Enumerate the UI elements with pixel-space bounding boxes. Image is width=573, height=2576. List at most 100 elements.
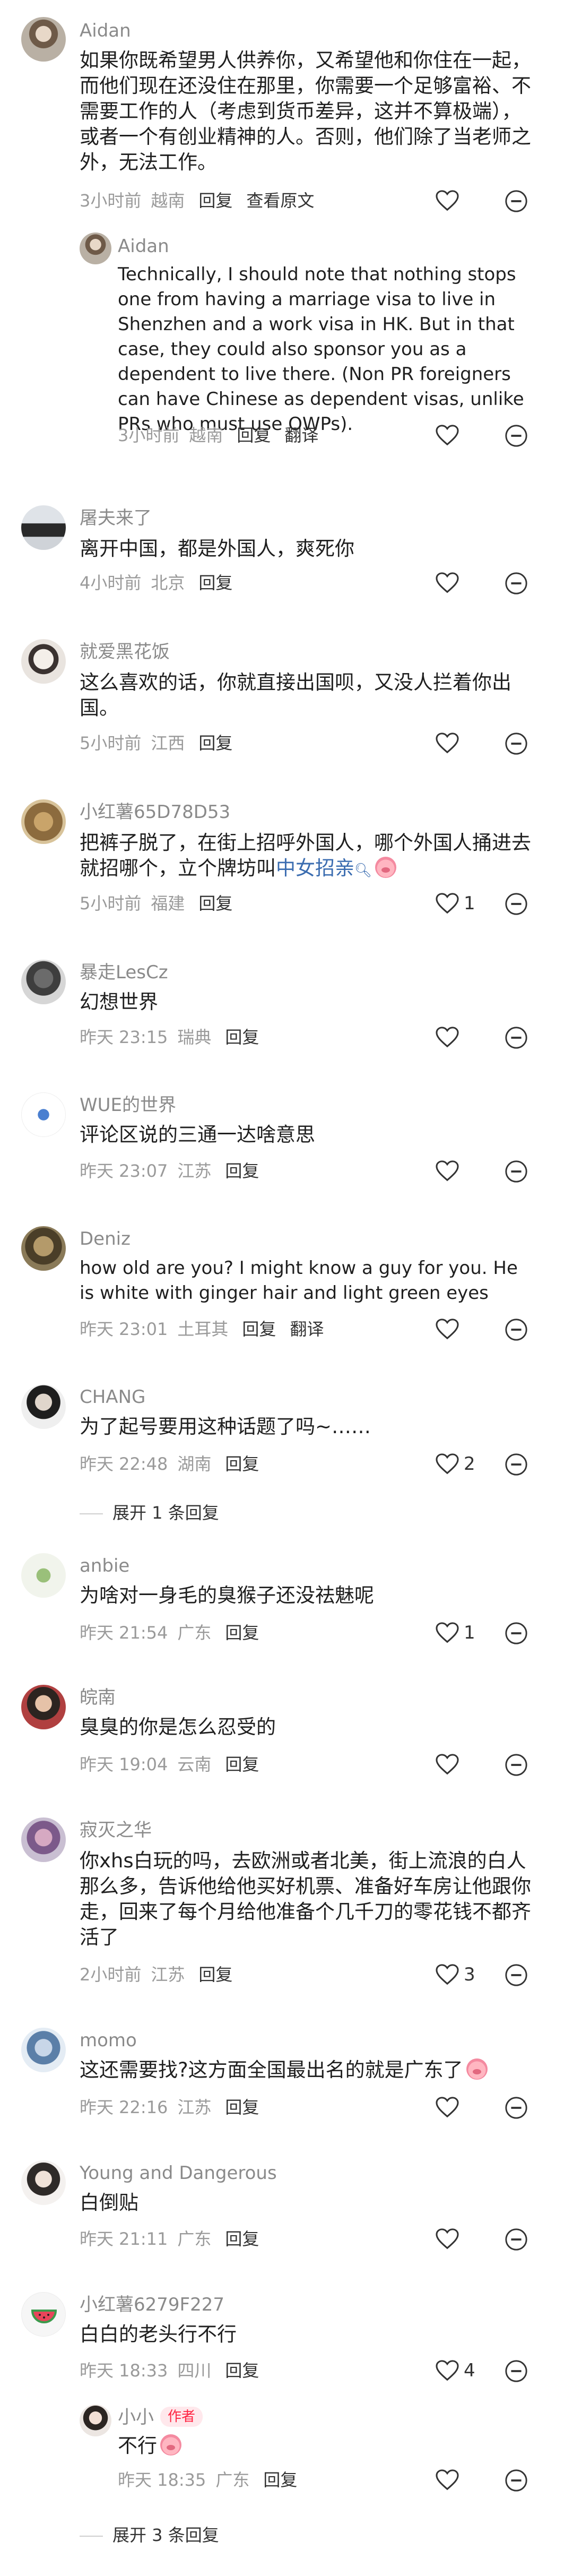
reply-text[interactable]: 不行 [118, 2433, 542, 2459]
comment-text[interactable]: 为啥对一身毛的臭猴子还没祛魅呢 [80, 1583, 536, 1608]
more-options-icon[interactable] [504, 2359, 528, 2383]
more-options-icon[interactable] [504, 189, 528, 213]
more-options-icon[interactable] [504, 2468, 528, 2493]
comment-text[interactable]: 为了起号要用这种话题了吗~…… [80, 1414, 536, 1440]
avatar[interactable] [21, 505, 66, 550]
avatar[interactable] [21, 1226, 66, 1271]
like-button[interactable]: 1 [435, 891, 475, 916]
like-button[interactable] [435, 2095, 464, 2120]
comment-author[interactable]: 小红薯65D78D53 [80, 800, 230, 824]
like-button[interactable]: 4 [435, 2358, 475, 2383]
comment-text[interactable]: 白白的老头行不行 [80, 2322, 536, 2347]
comment-text[interactable]: 臭臭的你是怎么忍受的 [80, 1715, 536, 1740]
avatar[interactable] [21, 1553, 66, 1598]
view-original-button[interactable]: 查看原文 [246, 191, 314, 211]
comment-text[interactable]: 离开中国，都是外国人，爽死你 [80, 536, 536, 562]
like-button[interactable] [435, 2467, 459, 2493]
avatar[interactable] [21, 2028, 66, 2072]
like-button[interactable]: 3 [435, 1962, 475, 1987]
like-button[interactable] [435, 423, 459, 448]
reply-button[interactable]: 回复 [198, 573, 232, 593]
hashtag-link[interactable]: 中女招亲 [276, 857, 354, 880]
reply-avatar[interactable] [80, 2405, 111, 2436]
like-button[interactable] [435, 188, 464, 213]
more-options-icon[interactable] [504, 2227, 528, 2252]
more-options-icon[interactable] [504, 1963, 528, 1987]
comment-text[interactable]: 如果你既希望男人供养你，又希望他和你住在一起，而他们现在还没住在那里，你需要一个… [80, 48, 536, 175]
reply-button[interactable]: 回复 [225, 2229, 259, 2249]
avatar[interactable] [21, 639, 66, 684]
reply-button[interactable]: 回复 [225, 2360, 259, 2381]
more-options-icon[interactable] [504, 2096, 528, 2120]
comment-author[interactable]: 屠夫来了 [80, 506, 152, 530]
like-button[interactable] [435, 2226, 464, 2252]
translate-button[interactable]: 翻译 [290, 1319, 324, 1339]
avatar[interactable] [21, 960, 66, 1004]
comment-author[interactable]: 小红薯6279F227 [80, 2293, 224, 2316]
expand-replies-button[interactable]: 展开 1 条回复 [80, 1502, 219, 1523]
reply-button[interactable]: 回复 [263, 2470, 297, 2490]
comment-text[interactable]: 这还需要找?这方面全国最出名的就是广东了 [80, 2057, 536, 2083]
translate-button[interactable]: 翻译 [284, 425, 318, 445]
comment-text[interactable]: 评论区说的三通一达啥意思 [80, 1122, 536, 1148]
comment-author[interactable]: 就爱黑花饭 [80, 640, 170, 664]
reply-button[interactable]: 回复 [225, 1754, 259, 1774]
comment-author[interactable]: anbie [80, 1554, 129, 1578]
comment-author[interactable]: Deniz [80, 1227, 131, 1251]
comment-author[interactable]: Young and Dangerous [80, 2161, 277, 2185]
more-options-icon[interactable] [504, 424, 528, 448]
comment-text[interactable]: 幻想世界 [80, 989, 536, 1015]
reply-button[interactable]: 回复 [225, 1027, 259, 1047]
reply-avatar[interactable] [80, 232, 111, 264]
more-options-icon[interactable] [504, 892, 528, 916]
like-button[interactable]: 2 [435, 1451, 475, 1477]
reply-author[interactable]: Aidan [118, 235, 169, 258]
more-options-icon[interactable] [504, 1317, 528, 1342]
avatar[interactable] [21, 1685, 66, 1729]
reply-button[interactable]: 回复 [242, 1319, 276, 1339]
comment-author[interactable]: 暴走LesCz [80, 961, 168, 984]
comment-author[interactable]: 寂灭之华 [80, 1819, 152, 1842]
more-options-icon[interactable] [504, 1159, 528, 1184]
reply-button[interactable]: 回复 [225, 2097, 259, 2117]
comment-text[interactable]: 白倒贴 [80, 2190, 536, 2216]
like-button[interactable] [435, 1316, 464, 1342]
like-button[interactable]: 1 [435, 1620, 475, 1645]
more-options-icon[interactable] [504, 731, 528, 756]
comment-author[interactable]: Aidan [80, 19, 131, 42]
comment-text[interactable]: how old are you? I might know a guy for … [80, 1256, 536, 1306]
reply-text[interactable]: Technically, I should note that nothing … [118, 262, 542, 437]
avatar[interactable] [21, 1092, 66, 1137]
comment-author[interactable]: CHANG [80, 1385, 145, 1409]
avatar[interactable] [21, 799, 66, 844]
like-button[interactable] [435, 1752, 464, 1777]
comment-author[interactable]: WUE的世界 [80, 1093, 176, 1117]
avatar[interactable] [21, 1817, 66, 1862]
avatar[interactable] [21, 2160, 66, 2205]
comment-author[interactable]: momo [80, 2029, 137, 2052]
like-button[interactable] [435, 730, 464, 756]
reply-author[interactable]: 小小 作者 [118, 2406, 203, 2429]
comment-text[interactable]: 把裤子脱了，在街上招呼外国人，哪个外国人捅进去就招哪个，立个牌坊叫中女招亲🔍︎ [80, 830, 536, 883]
reply-button[interactable]: 回复 [198, 893, 232, 914]
like-button[interactable] [435, 1158, 464, 1184]
more-options-icon[interactable] [504, 1452, 528, 1477]
reply-button[interactable]: 回复 [198, 1965, 232, 1985]
comment-author[interactable]: 皖南 [80, 1686, 116, 1709]
reply-button[interactable]: 回复 [198, 733, 232, 753]
avatar[interactable] [21, 1384, 66, 1429]
reply-button[interactable]: 回复 [225, 1454, 259, 1474]
reply-button[interactable]: 回复 [225, 1161, 259, 1181]
reply-button[interactable]: 回复 [198, 191, 232, 211]
more-options-icon[interactable] [504, 1621, 528, 1645]
reply-button[interactable]: 回复 [225, 1623, 259, 1643]
like-button[interactable] [435, 570, 464, 596]
more-options-icon[interactable] [504, 1026, 528, 1050]
more-options-icon[interactable] [504, 1753, 528, 1777]
reply-button[interactable]: 回复 [237, 425, 271, 445]
avatar[interactable] [21, 17, 66, 62]
comment-text[interactable]: 这么喜欢的话，你就直接出国呗，又没人拦着你出国。 [80, 670, 536, 721]
expand-replies-button[interactable]: 展开 3 条回复 [80, 2525, 219, 2546]
avatar[interactable] [21, 2292, 66, 2337]
comment-text[interactable]: 你xhs白玩的吗，去欧洲或者北美，街上流浪的白人那么多，告诉他给他买好机票、准备… [80, 1848, 536, 1950]
